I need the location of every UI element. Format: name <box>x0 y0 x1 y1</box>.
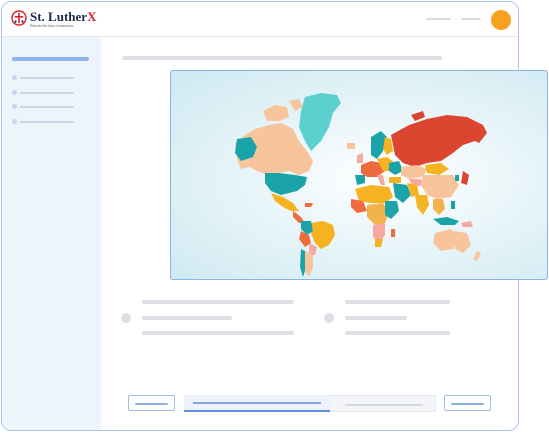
sidebar-item[interactable] <box>12 104 82 110</box>
text-placeholder <box>142 316 232 320</box>
sidebar-item[interactable] <box>12 90 82 96</box>
list-bullet-icon <box>121 313 131 323</box>
brand-tagline: Educate the class of tomorrow <box>30 24 74 28</box>
text-placeholder <box>345 300 450 304</box>
map-region-new-guinea <box>461 221 473 227</box>
top-bar: St. LutherX Educate the class of tomorro… <box>2 2 518 37</box>
bullet-icon <box>12 90 17 95</box>
map-region-mexico <box>271 193 299 211</box>
map-region-canada-islands <box>289 99 303 111</box>
map-region-japan <box>461 171 469 185</box>
map-region-madagascar <box>391 229 395 237</box>
sidebar-item-placeholder <box>20 91 74 94</box>
next-button[interactable] <box>444 395 491 411</box>
map-region-east-africa <box>385 201 399 219</box>
map-region-russia-islands <box>411 111 425 121</box>
map-region-argentina <box>305 251 313 277</box>
map-region-new-zealand <box>473 251 481 261</box>
map-region-chile <box>300 249 305 277</box>
bullet-icon <box>12 119 17 124</box>
page-title-placeholder <box>122 56 442 60</box>
map-region-greenland <box>299 93 341 151</box>
map-region-indonesia <box>433 217 459 225</box>
list-bullet-icon <box>324 313 334 323</box>
map-region-philippines <box>451 201 455 209</box>
sidebar-item[interactable] <box>12 119 82 125</box>
sidebar-item-active[interactable] <box>12 57 89 61</box>
header-nav-link-2[interactable] <box>461 18 481 20</box>
map-region-south-africa <box>375 239 383 247</box>
map-region-bolivia <box>309 243 317 255</box>
sidebar <box>2 37 101 430</box>
world-map-card[interactable] <box>170 70 548 280</box>
map-region-iceland <box>347 143 355 149</box>
sidebar-item-placeholder <box>20 120 74 123</box>
map-region-iberia <box>355 175 365 185</box>
map-region-north-africa <box>355 185 393 203</box>
map-region-uk <box>357 153 363 163</box>
progress-label <box>193 402 321 404</box>
world-map <box>235 93 487 277</box>
text-placeholder <box>142 331 294 335</box>
map-region-turkey <box>389 177 401 183</box>
map-region-east-europe <box>389 161 403 175</box>
map-region-india <box>415 195 429 215</box>
avatar-icon[interactable] <box>491 10 511 30</box>
next-button-label <box>451 402 484 405</box>
text-placeholder <box>345 331 450 335</box>
map-region-australia-east <box>453 231 471 253</box>
brand-name: St. LutherX <box>30 9 97 24</box>
map-region-italy <box>377 175 385 185</box>
page-progress-fill <box>184 395 330 412</box>
map-region-usa <box>265 173 307 195</box>
previous-button[interactable] <box>128 395 175 411</box>
header-nav-link-1[interactable] <box>426 18 451 20</box>
text-placeholder <box>142 300 294 304</box>
map-region-canada-islands <box>263 105 289 121</box>
map-region-caribbean <box>305 203 313 207</box>
previous-button-label <box>135 402 168 405</box>
sidebar-item-placeholder <box>20 105 74 108</box>
sidebar-item-placeholder <box>20 76 74 79</box>
bullet-icon <box>12 104 17 109</box>
progress-rest-label <box>345 404 423 406</box>
sidebar-item[interactable] <box>12 75 82 81</box>
bullet-icon <box>12 75 17 80</box>
map-region-mongolia <box>425 163 449 175</box>
text-placeholder <box>345 316 407 320</box>
logo-crest-icon <box>11 10 27 26</box>
map-region-russia <box>391 115 483 167</box>
map-region-southeast-asia <box>433 199 445 215</box>
map-region-brazil <box>311 221 335 249</box>
map-region-korea <box>455 175 459 181</box>
